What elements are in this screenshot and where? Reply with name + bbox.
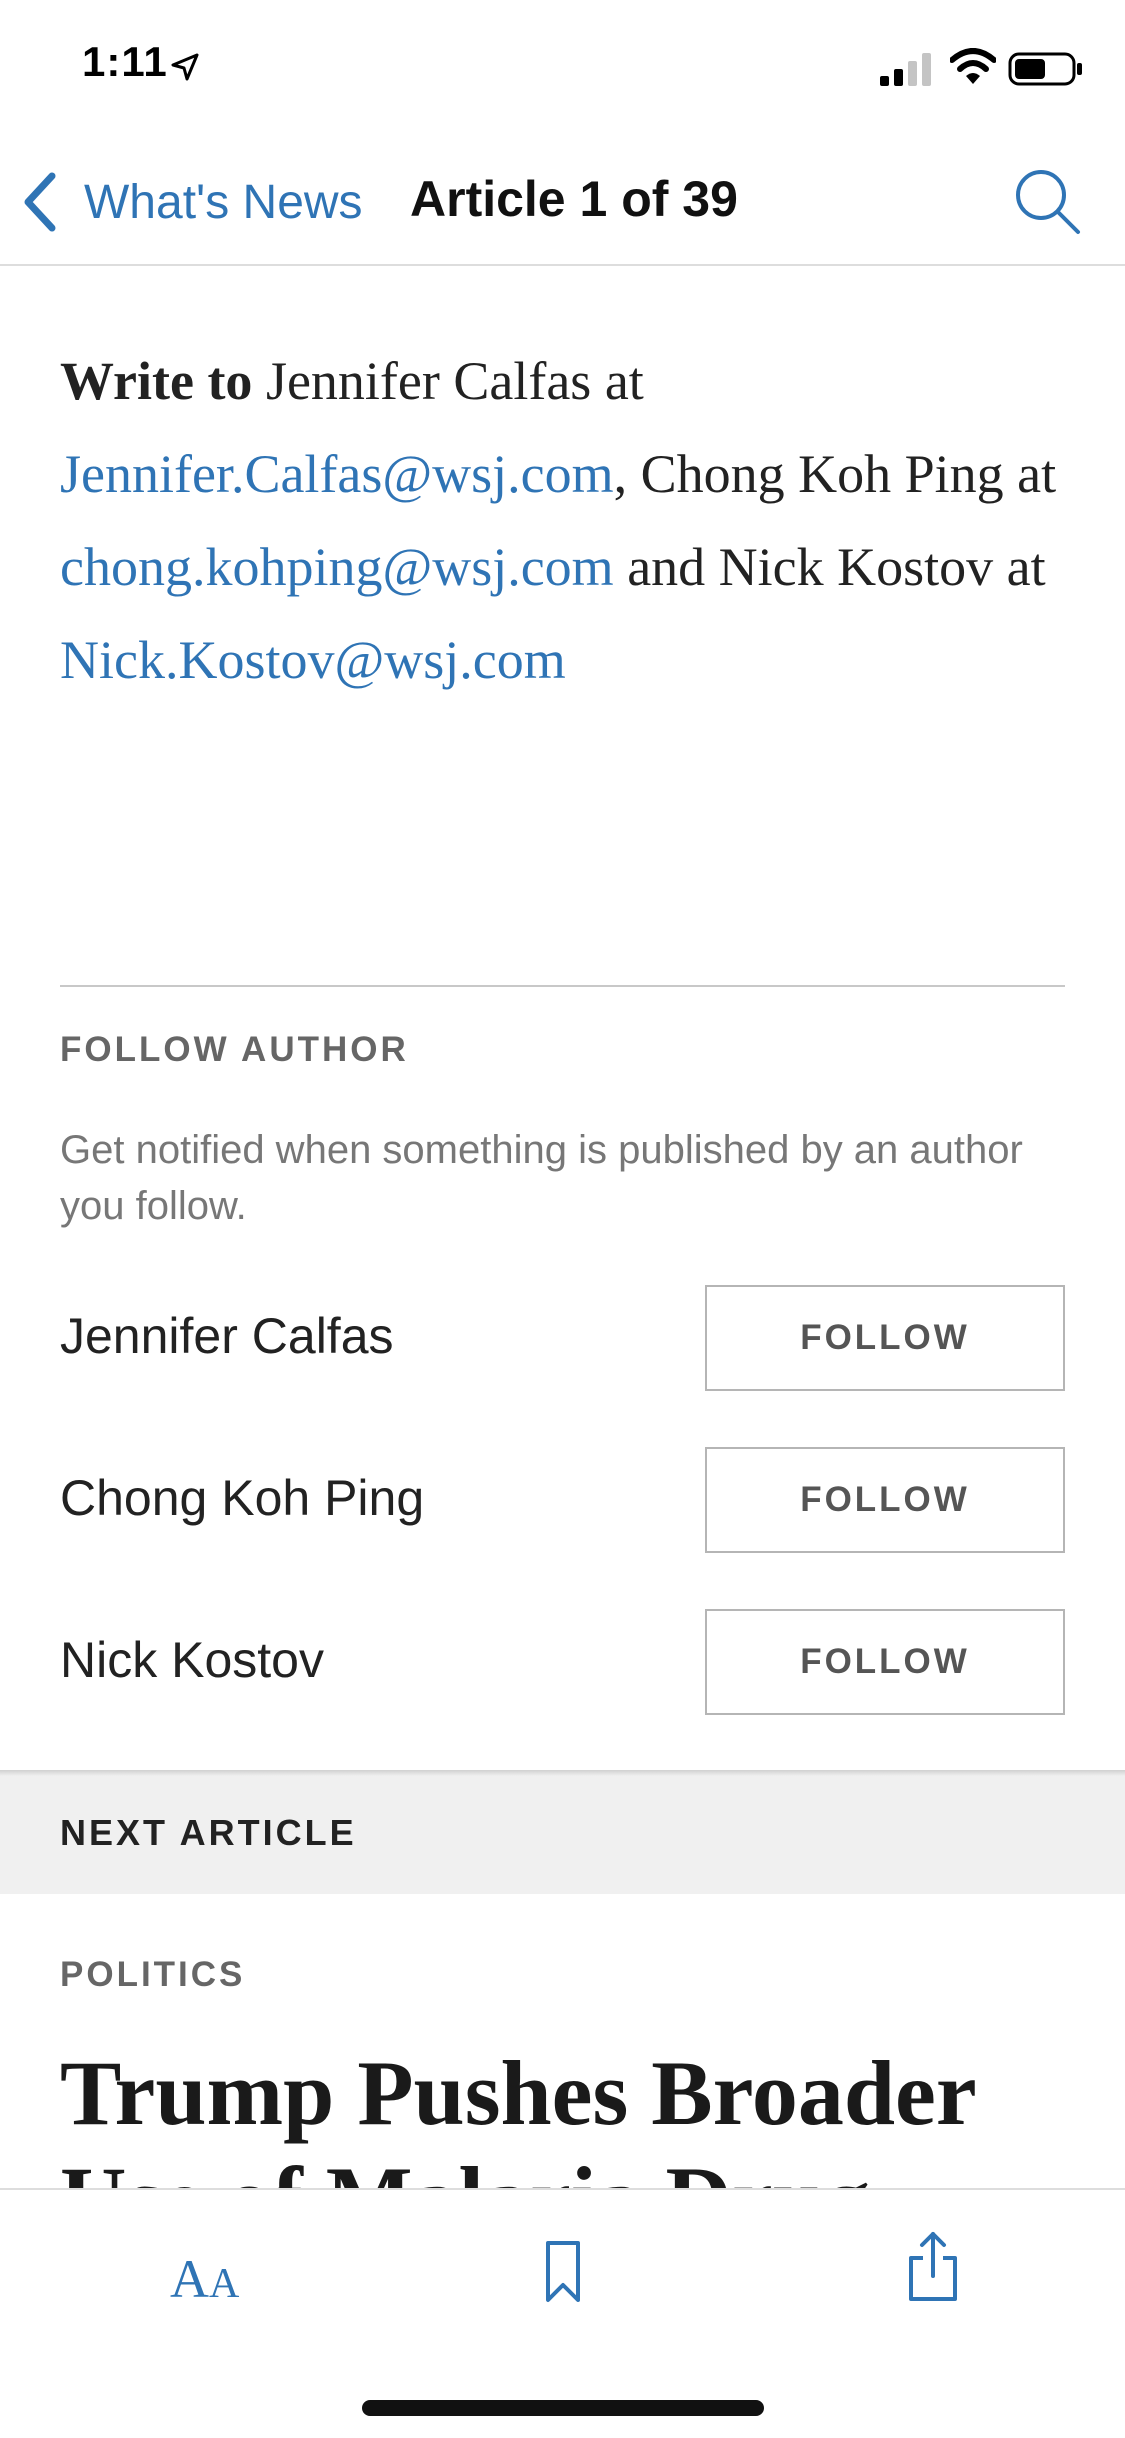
article-category: POLITICS: [60, 1955, 246, 1994]
author-row-name: Chong Koh Ping: [60, 1470, 425, 1526]
back-chevron-icon: [24, 172, 56, 232]
battery-icon: [1008, 52, 1082, 86]
author-row: Jennifer Calfas FOLLOW: [60, 1285, 1065, 1391]
author-row-name: Jennifer Calfas: [60, 1308, 394, 1364]
at-text-3: at: [1006, 537, 1046, 597]
author-name-2: Chong Koh Ping: [640, 444, 1004, 504]
next-article-label: NEXT ARTICLE: [60, 1812, 357, 1853]
follow-button-chong-koh-ping[interactable]: FOLLOW: [705, 1447, 1065, 1553]
author-name-1: Jennifer Calfas: [265, 351, 592, 411]
text-size-big-glyph: A: [170, 2249, 209, 2309]
status-time: 1:11: [82, 38, 168, 85]
status-bar: 1:11: [0, 0, 1125, 140]
author-row-name: Nick Kostov: [60, 1632, 324, 1688]
next-article-bar: NEXT ARTICLE: [0, 1772, 1125, 1894]
separator-comma: ,: [613, 444, 628, 504]
author-email-link-1[interactable]: Jennifer.Calfas@wsj.com: [60, 444, 614, 504]
author-row: Chong Koh Ping FOLLOW: [60, 1447, 1065, 1553]
back-button[interactable]: What's News: [22, 172, 363, 232]
nav-bar: What's News Article 1 of 39: [0, 140, 1125, 266]
cellular-signal-icon: [880, 53, 931, 86]
home-indicator[interactable]: [362, 2400, 764, 2416]
author-name-3: Nick Kostov: [718, 537, 994, 597]
author-row: Nick Kostov FOLLOW: [60, 1609, 1065, 1715]
page-title: Article 1 of 39: [410, 171, 738, 227]
at-text-2: at: [1017, 444, 1057, 504]
follow-author-heading: FOLLOW AUTHOR: [60, 1030, 409, 1069]
section-shadow: [0, 1770, 1125, 1776]
share-icon[interactable]: [908, 2230, 958, 2302]
follow-button-jennifer-calfas[interactable]: FOLLOW: [705, 1285, 1065, 1391]
write-to-paragraph: Write to Jennifer Calfas at Jennifer.Cal…: [60, 335, 1060, 707]
and-text: and: [627, 537, 706, 597]
text-size-icon[interactable]: AA: [170, 2248, 240, 2309]
at-text-1: at: [604, 351, 644, 411]
location-arrow-icon: [171, 53, 199, 81]
follow-author-description: Get notified when something is published…: [60, 1128, 1023, 1228]
next-article-card[interactable]: Trump Pushes Broader Use of Malaria Drug: [0, 2030, 1125, 2188]
write-to-lead: Write to: [60, 351, 253, 411]
author-email-link-2[interactable]: chong.kohping@wsj.com: [60, 537, 614, 597]
bottom-toolbar: AA: [0, 2188, 1125, 2438]
author-email-link-3[interactable]: Nick.Kostov@wsj.com: [60, 630, 566, 690]
section-divider: [60, 985, 1065, 987]
wifi-icon: [950, 48, 996, 84]
next-article-headline[interactable]: Trump Pushes Broader Use of Malaria Drug: [60, 2040, 1100, 2188]
back-label: What's News: [84, 175, 363, 229]
follow-button-nick-kostov[interactable]: FOLLOW: [705, 1609, 1065, 1715]
search-icon[interactable]: [1012, 166, 1082, 236]
text-size-small-glyph: A: [209, 2261, 240, 2307]
bookmark-icon[interactable]: [545, 2240, 581, 2304]
